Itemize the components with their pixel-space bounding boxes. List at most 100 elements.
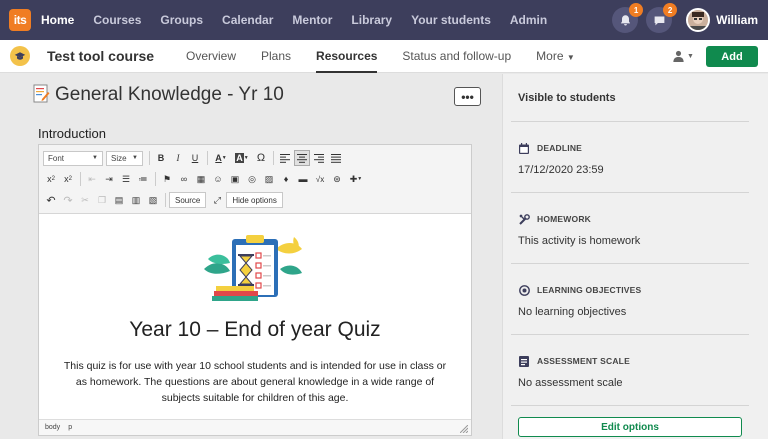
- hide-options-button[interactable]: Hide options: [226, 192, 283, 208]
- calendar-embed-icon[interactable]: ▣: [227, 171, 243, 187]
- assessment-scale-value: No assessment scale: [518, 377, 623, 389]
- underline-icon[interactable]: U: [187, 150, 203, 166]
- tab-overview[interactable]: Overview: [186, 40, 236, 73]
- resize-handle-icon[interactable]: [460, 425, 468, 433]
- tab-more[interactable]: More ▼: [536, 40, 575, 73]
- deadline-label: DEADLINE: [537, 143, 583, 153]
- paste-icon[interactable]: ▤: [111, 192, 127, 208]
- image-icon[interactable]: ▨: [261, 171, 277, 187]
- editor-toolbar: Font ▼ Size ▼ B I U A ▼ A ▼ Ω x2 x2 ⇤ ⇥ …: [39, 145, 471, 214]
- formula-icon[interactable]: √x: [312, 171, 328, 187]
- subscript-icon[interactable]: x2: [43, 171, 59, 187]
- edit-options-button[interactable]: Edit options: [518, 417, 742, 437]
- notifications-button[interactable]: 1: [612, 3, 644, 33]
- tab-plans[interactable]: Plans: [261, 40, 291, 73]
- outdent-icon[interactable]: ⇤: [84, 171, 100, 187]
- main-nav-links: Home Courses Groups Calendar Mentor Libr…: [41, 0, 566, 40]
- bold-icon[interactable]: B: [153, 150, 169, 166]
- microphone-icon[interactable]: ♦: [278, 171, 294, 187]
- homework-value: This activity is homework: [518, 235, 641, 247]
- align-justify-icon[interactable]: [328, 150, 344, 166]
- copy-icon[interactable]: ❐: [94, 192, 110, 208]
- tab-resources[interactable]: Resources: [316, 40, 378, 73]
- quiz-title: Year 10 – End of year Quiz: [129, 318, 381, 341]
- flag-icon[interactable]: ⚑: [159, 171, 175, 187]
- superscript-icon[interactable]: x2: [60, 171, 76, 187]
- nav-library[interactable]: Library: [351, 13, 392, 27]
- paste-word-icon[interactable]: ▧: [145, 192, 161, 208]
- homework-heading: HOMEWORK: [518, 213, 748, 225]
- align-right-icon[interactable]: [311, 150, 327, 166]
- assessment-scale-heading: ASSESSMENT SCALE: [518, 355, 748, 367]
- bullet-list-icon[interactable]: ≔: [135, 171, 151, 187]
- nav-home[interactable]: Home: [41, 13, 74, 27]
- tab-status-and-follow-up[interactable]: Status and follow-up: [402, 40, 511, 73]
- caret-down-icon: ▼: [92, 155, 98, 161]
- editor-content[interactable]: Year 10 – End of year Quiz This quiz is …: [39, 214, 471, 413]
- editor-path-bar: body p: [39, 419, 471, 435]
- align-left-icon[interactable]: [277, 150, 293, 166]
- undo-icon[interactable]: ↶: [43, 192, 59, 208]
- toolbar-separator: [80, 172, 81, 186]
- nav-mentor[interactable]: Mentor: [292, 13, 332, 27]
- path-body[interactable]: body: [45, 424, 60, 431]
- user-avatar[interactable]: [686, 8, 711, 32]
- indent-icon[interactable]: ⇥: [101, 171, 117, 187]
- course-title[interactable]: Test tool course: [47, 48, 154, 64]
- text-color-icon[interactable]: A ▼: [211, 150, 231, 166]
- toolbar-row-3: ↶ ↷ ✂ ❐ ▤ ▥ ▧ Source ⤢ Hide options: [43, 190, 467, 210]
- paste-text-icon[interactable]: ▥: [128, 192, 144, 208]
- fullscreen-icon[interactable]: ⤢: [209, 192, 225, 208]
- clipboard-hourglass-illustration: [204, 235, 302, 301]
- course-tabs: Overview Plans Resources Status and foll…: [186, 40, 600, 73]
- nav-courses[interactable]: Courses: [93, 13, 141, 27]
- nav-admin[interactable]: Admin: [510, 13, 547, 27]
- user-name[interactable]: William: [716, 13, 758, 27]
- background-color-icon[interactable]: A ▼: [232, 150, 252, 166]
- deadline-value: 17/12/2020 23:59: [518, 164, 604, 176]
- assessment-scale-label: ASSESSMENT SCALE: [537, 356, 630, 366]
- omega-special-char-icon[interactable]: Ω: [253, 150, 269, 166]
- align-center-icon[interactable]: [294, 150, 310, 166]
- path-p[interactable]: p: [68, 424, 72, 431]
- learning-objectives-label: LEARNING OBJECTIVES: [537, 285, 642, 295]
- person-menu-button[interactable]: ▼: [673, 50, 694, 62]
- homework-tools-icon: [518, 213, 530, 225]
- font-select[interactable]: Font ▼: [43, 150, 103, 166]
- introduction-label: Introduction: [38, 126, 106, 141]
- video-icon[interactable]: ▬: [295, 171, 311, 187]
- add-button[interactable]: Add: [706, 46, 758, 67]
- emoji-icon[interactable]: ☺: [210, 171, 226, 187]
- target-icon: [518, 284, 530, 296]
- italic-icon[interactable]: I: [170, 150, 186, 166]
- divider: [511, 405, 749, 406]
- source-button[interactable]: Source: [169, 192, 207, 208]
- table-icon[interactable]: ▦: [193, 171, 209, 187]
- cut-icon[interactable]: ✂: [77, 192, 93, 208]
- assessment-scale-section: ASSESSMENT SCALE No assessment scale: [518, 355, 748, 389]
- redo-icon[interactable]: ↷: [60, 192, 76, 208]
- rich-text-editor[interactable]: Font ▼ Size ▼ B I U A ▼ A ▼ Ω x2 x2 ⇤ ⇥ …: [38, 144, 472, 436]
- person-icon: [673, 50, 684, 62]
- activity-details-panel: Visible to students DEADLINE 17/12/2020 …: [502, 74, 768, 439]
- font-select-label: Font: [48, 153, 65, 163]
- globe-icon[interactable]: ◎: [244, 171, 260, 187]
- puzzle-icon[interactable]: ✚ ▼: [346, 171, 366, 187]
- its-logo[interactable]: its: [9, 9, 31, 31]
- link-icon[interactable]: ∞: [176, 171, 192, 187]
- caret-down-icon: ▼: [566, 53, 575, 62]
- divider: [511, 121, 749, 122]
- toolbar-separator: [155, 172, 156, 186]
- numbered-list-icon[interactable]: ☰: [118, 171, 134, 187]
- more-options-button[interactable]: •••: [454, 87, 481, 106]
- nav-calendar[interactable]: Calendar: [222, 13, 273, 27]
- divider: [511, 334, 749, 335]
- learning-objectives-heading: LEARNING OBJECTIVES: [518, 284, 748, 296]
- messages-button[interactable]: 2: [646, 3, 678, 33]
- nav-groups[interactable]: Groups: [160, 13, 203, 27]
- learning-objectives-value: No learning objectives: [518, 306, 627, 318]
- plugin-icon[interactable]: ⊛: [329, 171, 345, 187]
- nav-your-students[interactable]: Your students: [411, 13, 491, 27]
- size-select[interactable]: Size ▼: [106, 150, 143, 166]
- assessment-scale-icon: [518, 355, 530, 367]
